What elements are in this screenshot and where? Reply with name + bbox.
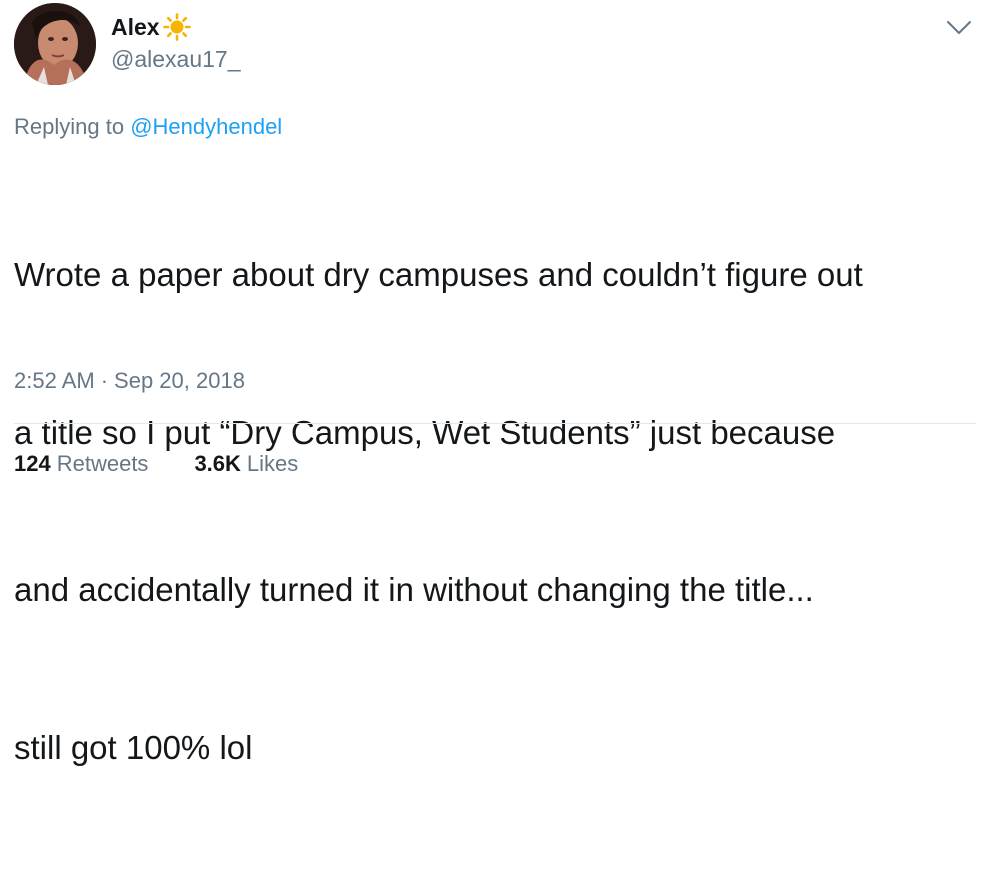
display-name[interactable]: Alex — [111, 14, 160, 41]
likes-label[interactable]: Likes — [247, 451, 298, 477]
tweet-card: Alex @alexau17_ Replying to @Hendyhendel… — [0, 0, 990, 766]
retweets-stat[interactable]: 124 Retweets — [14, 451, 148, 477]
retweets-label[interactable]: Retweets — [57, 451, 149, 477]
tweet-text-line: still got 100% lol — [14, 728, 253, 766]
likes-count[interactable]: 3.6K — [194, 451, 240, 477]
tweet-date[interactable]: Sep 20, 2018 — [114, 368, 245, 394]
tweet-text-line: and accidentally turned it in without ch… — [14, 571, 814, 608]
tweet-time[interactable]: 2:52 AM — [14, 368, 95, 394]
tweet-timestamp[interactable]: 2:52 AM · Sep 20, 2018 — [14, 368, 245, 394]
tweet-text-line: Wrote a paper about dry campuses and cou… — [14, 256, 863, 293]
tweet-text: Wrote a paper about dry campuses and cou… — [14, 144, 979, 879]
avatar-photo — [14, 3, 96, 85]
sun-icon — [162, 12, 192, 42]
avatar[interactable] — [14, 3, 96, 85]
engagement-stats: 124 Retweets 3.6K Likes — [14, 451, 298, 477]
author-name-row[interactable]: Alex — [111, 10, 192, 44]
replying-to-prefix: Replying to — [14, 114, 125, 139]
divider — [14, 423, 976, 424]
reply-target-link[interactable]: @Hendyhendel — [130, 114, 282, 139]
replying-to: Replying to @Hendyhendel — [14, 114, 282, 140]
retweets-count[interactable]: 124 — [14, 451, 51, 477]
author-handle[interactable]: @alexau17_ — [111, 46, 241, 73]
chevron-down-icon[interactable] — [945, 18, 973, 38]
timestamp-separator: · — [100, 368, 109, 393]
likes-stat[interactable]: 3.6K Likes — [194, 451, 298, 477]
